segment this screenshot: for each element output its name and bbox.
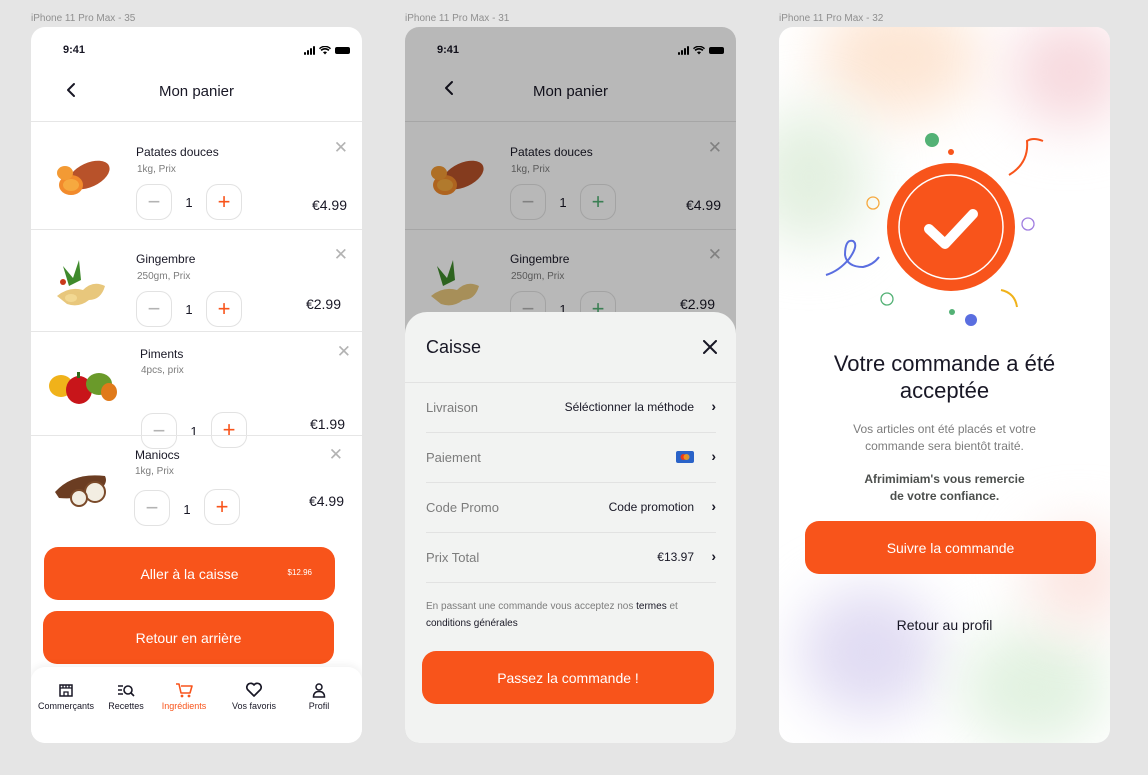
chevron-right-icon: › <box>711 498 716 514</box>
checkout-total-badge: $12.96 <box>287 568 312 577</box>
card-icon <box>676 451 694 466</box>
wifi-icon <box>319 45 331 54</box>
tab-label: Ingrédients <box>161 701 207 711</box>
item-subtitle: 1kg, Prix <box>137 164 176 175</box>
item-subtitle: 1kg, Prix <box>135 466 174 477</box>
conditions-link[interactable]: conditions générales <box>426 618 518 629</box>
page-title: Mon panier <box>158 83 235 100</box>
frame-label-success: iPhone 11 Pro Max - 32 <box>779 13 884 24</box>
item-name: Maniocs <box>135 448 180 462</box>
item-subtitle: 250gm, Prix <box>137 271 191 282</box>
frame-label-checkout: iPhone 11 Pro Max - 31 <box>405 13 510 24</box>
order-success-screen: Votre commande a été acceptée Vos articl… <box>779 27 1110 743</box>
item-subtitle: 4pcs, prix <box>141 365 184 376</box>
row-label: Prix Total <box>426 550 480 565</box>
total-price-row[interactable]: Prix Total €13.97 › <box>426 533 716 583</box>
item-quantity: 1 <box>183 502 191 517</box>
tab-ingredients[interactable]: Ingrédients <box>149 679 219 711</box>
thanks-message: Afrimimiam's vous remercie de votre conf… <box>864 472 1025 503</box>
item-price: €4.99 <box>308 493 344 509</box>
increase-quantity-button[interactable]: + <box>204 489 240 525</box>
item-quantity: 1 <box>185 195 193 210</box>
peppers-image <box>49 372 117 404</box>
item-price: €2.99 <box>305 296 341 312</box>
chevron-right-icon: › <box>711 398 716 414</box>
success-title: Votre commande a été acceptée <box>833 351 1056 403</box>
back-button[interactable]: Retour en arrière <box>43 611 334 664</box>
back-to-profile-link[interactable]: Retour au profil <box>779 617 1110 633</box>
payment-row[interactable]: Paiement › <box>426 433 716 483</box>
item-quantity: 1 <box>185 302 193 317</box>
tab-label: Vos favoris <box>231 701 277 711</box>
increase-quantity-button[interactable]: + <box>206 291 242 327</box>
checkout-button[interactable]: Aller à la caisse $12.96 <box>44 547 335 600</box>
store-icon <box>59 684 73 697</box>
frame-label-cart: iPhone 11 Pro Max - 35 <box>31 13 136 24</box>
user-icon <box>312 683 326 698</box>
cart-icon <box>176 683 193 698</box>
delivery-row[interactable]: Livraison Séléctionner la méthode › <box>426 383 716 433</box>
increase-quantity-button[interactable]: + <box>206 184 242 220</box>
cart-item: Maniocs 1kg, Prix ✕ − 1 + €4.99 <box>31 436 362 542</box>
signal-icon <box>304 45 315 55</box>
item-price: €4.99 <box>311 197 347 213</box>
decrease-quantity-button[interactable]: − <box>136 184 172 220</box>
row-label: Livraison <box>426 400 479 415</box>
sheet-title: Caisse <box>426 337 482 357</box>
chevron-right-icon: › <box>711 448 716 464</box>
success-check-icon <box>825 133 1044 326</box>
cart-screen: 9:41 Mon panier Patates douces 1kg, Prix… <box>31 27 362 743</box>
row-label: Paiement <box>426 450 481 465</box>
item-price: €1.99 <box>309 416 345 432</box>
row-value: Séléctionner la méthode <box>564 400 694 414</box>
item-name: Piments <box>140 347 184 361</box>
checkout-screen: 9:41 Mon panier Patates douces 1kg, Prix… <box>405 27 736 743</box>
tab-favorites[interactable]: Vos favoris <box>219 679 289 711</box>
place-order-button[interactable]: Passez la commande ! <box>422 651 714 704</box>
sweet-potato-image <box>57 160 110 195</box>
tab-label: Profil <box>308 701 330 711</box>
bottom-tab-bar: Commerçants Recettes Ingrédients Vos fav… <box>31 667 362 743</box>
battery-icon <box>335 46 350 54</box>
row-value: €13.97 <box>657 550 694 564</box>
status-time: 9:41 <box>63 44 86 56</box>
decrease-quantity-button[interactable]: − <box>134 490 170 526</box>
terms-text: En passant une commande vous acceptez no… <box>426 601 678 629</box>
checkout-sheet: Caisse Livraison Séléctionner la méthode… <box>405 312 736 743</box>
heart-icon <box>246 682 262 697</box>
row-value: Code promotion <box>608 500 694 514</box>
checkout-button-label: Aller à la caisse <box>140 565 239 582</box>
terms-link[interactable]: termes <box>636 601 667 612</box>
divider <box>31 121 362 122</box>
item-name: Gingembre <box>136 252 196 266</box>
remove-item-icon[interactable]: ✕ <box>329 446 343 463</box>
cart-item: Patates douces 1kg, Prix ✕ − 1 + €4.99 <box>31 123 362 229</box>
promo-code-row[interactable]: Code Promo Code promotion › <box>426 483 716 533</box>
tab-profile[interactable]: Profil <box>284 679 354 711</box>
remove-item-icon[interactable]: ✕ <box>334 139 348 156</box>
remove-item-icon[interactable]: ✕ <box>334 246 348 263</box>
cassava-image <box>55 475 106 507</box>
remove-item-icon[interactable]: ✕ <box>337 343 351 360</box>
close-icon[interactable] <box>703 340 717 354</box>
recipe-search-icon <box>118 685 135 697</box>
chevron-right-icon: › <box>711 548 716 564</box>
success-message: Vos articles ont été placés et votre com… <box>853 422 1036 453</box>
ginger-image <box>57 260 105 306</box>
track-order-button[interactable]: Suivre la commande <box>805 521 1096 574</box>
cart-item: Gingembre 250gm, Prix ✕ − 1 + €2.99 <box>31 230 362 336</box>
decrease-quantity-button[interactable]: − <box>136 291 172 327</box>
status-bar: 9:41 <box>63 43 350 57</box>
row-label: Code Promo <box>426 500 499 515</box>
cart-item: Piments 4pcs, prix ✕ − 1 + €1.99 <box>31 332 362 449</box>
item-name: Patates douces <box>136 145 219 159</box>
